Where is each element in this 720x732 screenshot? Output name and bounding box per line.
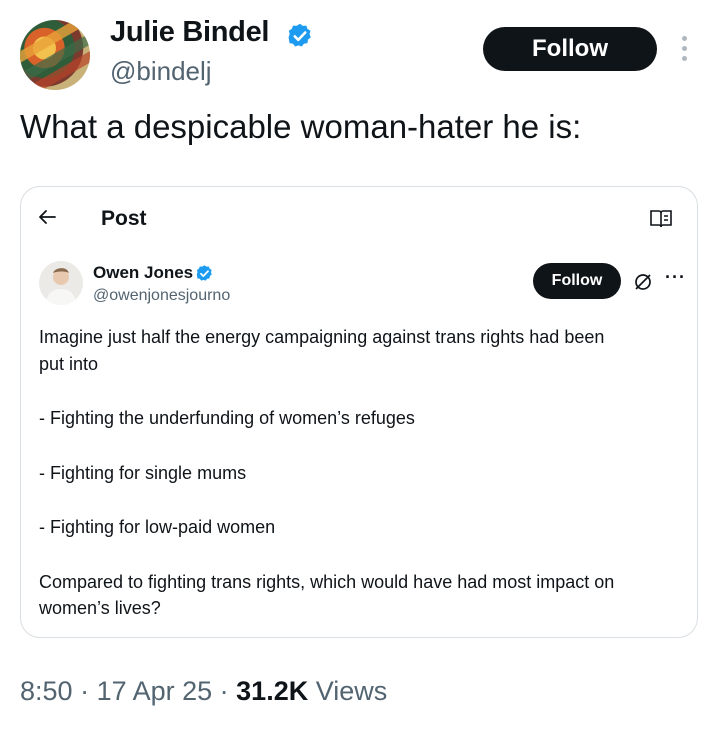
verified-badge-icon <box>288 23 311 47</box>
more-options-icon[interactable] <box>679 36 689 66</box>
back-arrow-icon[interactable] <box>37 207 57 227</box>
quoted-text-line: women’s lives? <box>39 598 161 618</box>
views-count: 31.2K <box>236 676 309 706</box>
separator-dot: · <box>72 676 97 706</box>
author-name[interactable]: Julie Bindel <box>110 16 269 49</box>
quoted-text-line: Imagine just half the energy campaigning… <box>39 327 605 347</box>
quoted-author-avatar[interactable] <box>39 261 83 305</box>
quoted-author-name[interactable]: Owen Jones <box>93 263 193 283</box>
quoted-author-handle[interactable]: @owenjonesjourno <box>93 287 230 305</box>
quoted-post-card[interactable]: Post Owen Jones @owenjonesjourno Follow … <box>20 186 698 638</box>
separator-dot: · <box>212 676 237 706</box>
author-avatar[interactable] <box>20 20 90 90</box>
quoted-text-line: Compared to fighting trans rights, which… <box>39 572 615 592</box>
tweet-text: What a despicable woman-hater he is: <box>20 108 582 145</box>
quoted-more-options-icon[interactable]: ··· <box>665 267 686 288</box>
quoted-text-line: put into <box>39 354 99 374</box>
quoted-follow-button[interactable]: Follow <box>533 263 621 299</box>
quoted-text-line: - Fighting the underfunding of women’s r… <box>39 408 415 428</box>
tweet-date[interactable]: 17 Apr 25 <box>97 676 213 706</box>
tweet-time[interactable]: 8:50 <box>20 676 73 706</box>
quoted-text-line: - Fighting for single mums <box>39 463 247 483</box>
grok-icon[interactable] <box>633 272 653 292</box>
follow-button[interactable]: Follow <box>483 27 657 71</box>
quoted-text-line: - Fighting for low-paid women <box>39 517 276 537</box>
reader-book-icon[interactable] <box>649 209 673 229</box>
tweet-metadata: 8:50 · 17 Apr 25 · 31.2K Views <box>20 676 387 707</box>
quoted-verified-badge-icon <box>196 265 212 281</box>
post-header-title: Post <box>101 207 147 230</box>
author-handle[interactable]: @bindelj <box>110 56 212 87</box>
views-label: Views <box>308 676 388 706</box>
